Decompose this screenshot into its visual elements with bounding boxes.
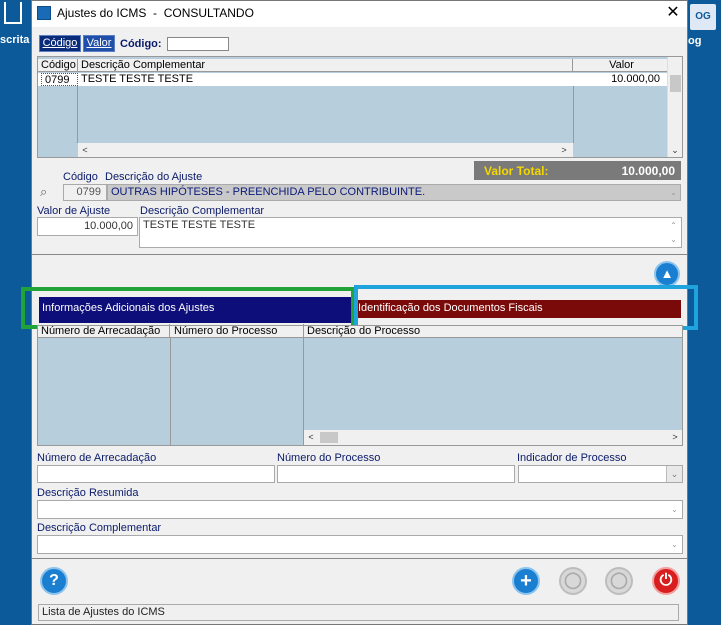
indicador-processo-label: Indicador de Processo (517, 452, 627, 464)
vertical-scrollbar[interactable]: ⌄ (667, 57, 682, 157)
tab-valor[interactable]: Valor (83, 35, 115, 52)
lookup-icon[interactable]: ⌕ (40, 184, 58, 199)
scroll-down-icon: ⌄ (671, 505, 678, 514)
scroll-up-icon: ⌃ (670, 221, 677, 230)
window-title: Ajustes do ICMS - CONSULTANDO (57, 6, 254, 20)
column-header-descricao[interactable]: Descrição Complementar (78, 59, 573, 72)
delete-button-disabled[interactable]: ◯ (605, 567, 633, 595)
column-divider (170, 338, 171, 445)
scroll-left-icon[interactable]: < (78, 143, 92, 157)
add-button[interactable]: + (512, 567, 540, 595)
scroll-right-icon[interactable]: > (557, 143, 571, 157)
column-header-desc-processo[interactable]: Descrição do Processo (304, 324, 682, 338)
desc-complementar-label: Descrição Complementar (140, 205, 265, 217)
valor-total-value: 10.000,00 (621, 164, 675, 178)
help-button[interactable]: ? (40, 567, 68, 595)
scroll-down-icon: ⌄ (670, 235, 677, 244)
codigo-search-label: Código: (120, 38, 162, 50)
valor-ajuste-field[interactable]: 10.000,00 (37, 217, 138, 236)
cell-descricao[interactable]: TESTE TESTE TESTE (78, 73, 573, 86)
divider (32, 558, 687, 559)
valor-ajuste-label: Valor de Ajuste (37, 205, 111, 217)
num-arrecadacao-input[interactable] (37, 465, 275, 483)
column-header-valor[interactable]: Valor (573, 59, 667, 72)
desc-resumida-input[interactable]: ⌄ (37, 500, 683, 519)
tab-codigo[interactable]: Código (39, 35, 81, 52)
scroll-right-icon[interactable]: > (668, 430, 682, 444)
tab-codigo-label: Código (42, 37, 78, 49)
collapse-up-button[interactable]: ▲ (654, 261, 680, 287)
background-right-label: og (688, 35, 702, 47)
descricao-ajuste-field: OUTRAS HIPÓTESES - PREENCHIDA PELO CONTR… (107, 184, 681, 201)
informacoes-grid[interactable] (37, 325, 683, 446)
desc-complementar-form-input[interactable]: ⌄ (37, 535, 683, 554)
scroll-down-icon[interactable]: ⌄ (668, 143, 682, 157)
scrollbar-thumb[interactable] (670, 75, 681, 92)
edit-button-disabled[interactable]: ◯ (559, 567, 587, 595)
valor-total-label: Valor Total: (484, 164, 549, 178)
scroll-down-icon: ⌄ (671, 540, 678, 549)
column-divider (573, 86, 667, 143)
descricao-ajuste-label: Descrição do Ajuste (105, 171, 203, 183)
close-button[interactable]: ✕ (663, 4, 683, 22)
indicador-processo-select[interactable]: ⌄ (518, 465, 683, 483)
num-processo-input[interactable] (277, 465, 515, 483)
column-header-codigo[interactable]: Código (38, 59, 78, 72)
status-bar: Lista de Ajustes do ICMS (38, 604, 679, 621)
divider (32, 254, 687, 255)
tab-valor-label: Valor (86, 37, 112, 49)
codigo-search-input[interactable] (167, 37, 229, 51)
desc-resumida-label: Descrição Resumida (37, 487, 139, 499)
column-header-num-processo[interactable]: Número do Processo (171, 324, 304, 338)
desc-complementar-field[interactable]: TESTE TESTE TESTE (139, 217, 682, 248)
cell-codigo[interactable]: 0799 (41, 73, 78, 86)
column-header-num-arrecadacao[interactable]: Número de Arrecadação (38, 324, 170, 338)
horizontal-scrollbar[interactable]: < > (304, 430, 682, 445)
exit-button[interactable]: ⏻ (652, 567, 680, 595)
chevron-down-icon[interactable]: ⌄ (666, 466, 682, 482)
cell-valor[interactable]: 10.000,00 (573, 73, 663, 86)
column-divider (38, 86, 78, 143)
background-left-label: scrita (0, 34, 30, 46)
app-icon (37, 6, 51, 20)
scrollbar-thumb[interactable] (320, 432, 338, 443)
codigo-ajuste-field: 0799 (63, 184, 107, 201)
column-divider (303, 338, 304, 445)
highlight-green (21, 287, 355, 329)
scroll-down-icon: ⌄ (670, 188, 677, 197)
num-processo-label: Número do Processo (277, 452, 381, 464)
document-icon (4, 2, 22, 24)
log-icon: OG (690, 4, 716, 30)
horizontal-scrollbar[interactable]: < > (78, 143, 573, 157)
scroll-left-icon[interactable]: < (304, 430, 318, 444)
codigo-ajuste-label: Código (63, 171, 98, 183)
num-arrecadacao-label: Número de Arrecadação (37, 452, 157, 464)
desc-complementar-form-label: Descrição Complementar (37, 522, 162, 534)
